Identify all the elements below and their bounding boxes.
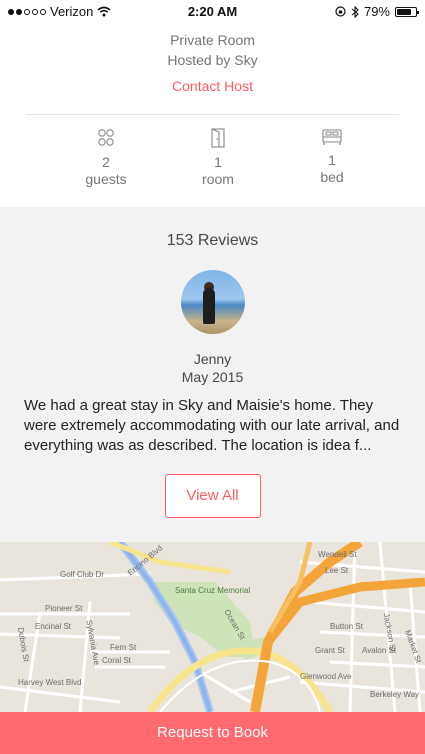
amenity-count: 1 — [328, 152, 336, 168]
map-label: Santa Cruz Memorial — [175, 586, 251, 595]
map-label: Grant St — [315, 646, 345, 655]
map-label: Harvey West Blvd — [18, 678, 82, 687]
review-date: May 2015 — [181, 369, 244, 385]
battery-icon — [395, 6, 419, 17]
map-label: Wendell St — [318, 550, 357, 559]
map[interactable]: Golf Club Dr Santa Cruz Memorial Pioneer… — [0, 542, 425, 712]
amenity-room: 1 room — [178, 128, 258, 188]
reviews-title: 153 Reviews — [166, 232, 259, 249]
status-bar: Verizon 2:20 AM 79% — [0, 0, 425, 22]
bluetooth-icon — [351, 5, 359, 18]
map-label: Glenwood Ave — [300, 672, 352, 681]
amenity-guests: 2 guests — [66, 128, 146, 188]
avatar — [180, 270, 245, 334]
view-all-button[interactable]: View All — [164, 474, 261, 518]
map-label: Avalon St — [362, 646, 397, 655]
amenity-count: 2 — [102, 154, 110, 170]
battery-percent: 79% — [363, 4, 390, 19]
guests-icon — [98, 129, 114, 146]
map-label: Pioneer St — [45, 604, 83, 613]
reviews-section: 153 Reviews Jenny May 2015 We had a grea… — [0, 207, 425, 542]
reviewer-name: Jenny — [193, 351, 232, 367]
amenity-label: bed — [320, 169, 344, 185]
amenity-bed: 1 bed — [292, 128, 372, 186]
map-label: Lee St — [325, 566, 349, 575]
amenity-label: room — [202, 171, 234, 187]
contact-host-link[interactable]: Contact Host — [172, 78, 253, 94]
review-text: We had a great stay in Sky and Maisie's … — [24, 397, 400, 454]
orientation-lock-icon — [335, 6, 346, 17]
request-to-book-button[interactable]: Request to Book — [0, 712, 425, 754]
host-section: Private Room Hosted by Sky Contact Host — [0, 30, 425, 96]
divider — [26, 114, 399, 115]
room-type: Private Room — [170, 32, 255, 48]
amenity-count: 1 — [214, 154, 222, 170]
door-icon — [211, 128, 225, 148]
map-label: Berkeley Way — [370, 690, 420, 699]
map-label: Golf Club Dr — [60, 570, 105, 579]
amenities-row: 2 guests 1 room 1 bed — [0, 128, 425, 204]
amenity-label: guests — [85, 171, 127, 187]
map-label: Encinal St — [35, 622, 72, 631]
map-label: Button St — [330, 622, 363, 631]
battery-fill — [397, 8, 412, 15]
host-name: Hosted by Sky — [167, 52, 258, 68]
map-label: Fern St — [110, 643, 137, 652]
status-right: 79% — [335, 4, 419, 19]
map-label: Coral St — [102, 656, 131, 665]
bed-icon — [322, 129, 342, 145]
